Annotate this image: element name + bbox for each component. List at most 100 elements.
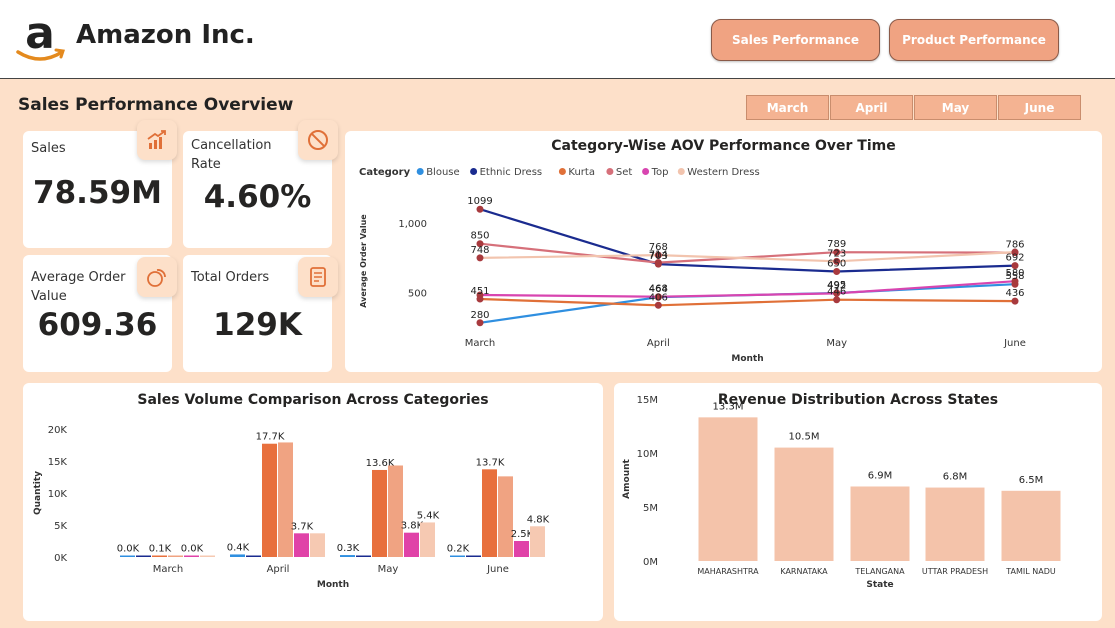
- aov-line-chart-card: Category-Wise AOV Performance Over Time …: [345, 131, 1102, 372]
- data-label: 786: [1005, 240, 1024, 251]
- bar-blouse-april: [230, 554, 245, 557]
- legend-title: Category: [359, 167, 411, 178]
- revenue-states-chart-card: Revenue Distribution Across States 0M 5M 1…: [614, 383, 1102, 621]
- dashboard-body: Sales Performance Overview March April M…: [0, 79, 1115, 628]
- bar-top-june: [514, 541, 529, 557]
- legend-marker-set: [606, 168, 614, 175]
- y-tick-label: 15M: [637, 395, 658, 406]
- x-tick-label-march: March: [465, 338, 495, 349]
- kpi-label: Sales: [31, 141, 66, 156]
- data-label: 13.3M: [713, 401, 744, 412]
- kpi-value: 78.59M: [33, 175, 162, 211]
- data-label: 3.7K: [291, 521, 314, 532]
- data-label: 6.9M: [868, 470, 893, 481]
- x-tick-label-june: June: [1003, 338, 1026, 349]
- legend-label-top: Top: [651, 167, 669, 178]
- sales-performance-button[interactable]: Sales Performance: [711, 19, 880, 61]
- bar-kurta-april: [262, 443, 277, 557]
- bar-set-march: [168, 555, 183, 557]
- series-line-ethnic-dress: [479, 208, 1016, 273]
- bar-telangana: [850, 486, 910, 561]
- bar-maharashtra: [698, 417, 758, 561]
- y-tick-label: 15K: [48, 457, 68, 468]
- bar-kurta-may: [372, 469, 387, 557]
- aov-line-chart: Category Blouse Ethnic Dress Kurta Set Top Wes…: [359, 167, 1026, 364]
- x-tick-label-april: April: [647, 338, 670, 349]
- month-filter-march[interactable]: March: [746, 95, 829, 120]
- bar-western-dress-april: [310, 533, 325, 557]
- kpi-label: Average Order Value: [31, 270, 126, 304]
- series-line-set: [479, 242, 1016, 264]
- receipt-icon: [298, 257, 338, 297]
- data-label: 5.4K: [417, 510, 440, 521]
- bar-western-dress-march: [200, 555, 215, 557]
- bar-karnataka: [774, 447, 834, 561]
- data-label: 0.4K: [227, 542, 250, 553]
- legend-marker-blouse: [416, 168, 424, 175]
- data-label: 6.5M: [1019, 475, 1044, 486]
- kpi-value: 129K: [213, 307, 302, 343]
- y-tick-label: 5M: [643, 503, 658, 514]
- x-tick-label-telangana: TELANGANA: [854, 567, 905, 576]
- coins-icon: [137, 257, 177, 297]
- kpi-label: Total Orders: [191, 270, 270, 285]
- data-label: 446: [827, 287, 846, 298]
- bar-ethnic-dress-march: [136, 555, 151, 557]
- prohibited-icon: [298, 120, 338, 160]
- x-tick-label-march: March: [153, 564, 183, 575]
- x-tick-label-uttar-pradesh: UTTAR PRADESH: [922, 567, 988, 576]
- x-tick-label-june: June: [486, 564, 509, 575]
- data-label: 0.0K: [181, 544, 204, 555]
- y-axis-label: Average Order Value: [359, 214, 368, 308]
- bar-blouse-june: [450, 555, 465, 557]
- month-filter-april[interactable]: April: [830, 95, 913, 120]
- bar-blouse-march: [120, 555, 135, 557]
- data-label: 10.5M: [789, 432, 820, 443]
- month-filter-june[interactable]: June: [998, 95, 1081, 120]
- data-label: 650: [827, 258, 846, 269]
- data-label: 6.8M: [943, 472, 968, 483]
- data-label: 768: [649, 242, 668, 253]
- y-tick-label: 20K: [48, 425, 68, 436]
- bar-blouse-may: [340, 555, 355, 557]
- app-header: a Amazon Inc. Sales Performance Product …: [0, 0, 1115, 79]
- data-label: 0.3K: [337, 543, 360, 554]
- bar-top-march: [184, 555, 199, 557]
- y-tick-label: 500: [408, 288, 427, 299]
- data-label: 451: [470, 286, 489, 297]
- x-tick-label-maharashtra: MAHARASHTRA: [697, 567, 759, 576]
- data-label: 13.7K: [476, 457, 505, 468]
- growth-chart-icon: [137, 120, 177, 160]
- legend-label-kurta: Kurta: [568, 167, 595, 178]
- data-label: 1099: [467, 196, 492, 207]
- legend-marker-ethnic-dress: [470, 168, 478, 175]
- month-filter-may[interactable]: May: [914, 95, 997, 120]
- data-label: 436: [1005, 288, 1024, 299]
- data-label: 0.2K: [447, 544, 470, 555]
- y-tick-label: 1,000: [398, 219, 427, 230]
- y-axis-label: Amount: [622, 458, 632, 498]
- data-label: 0.1K: [149, 544, 172, 555]
- brand-title: Amazon Inc.: [76, 20, 255, 50]
- legend-label-set: Set: [616, 167, 633, 178]
- data-label: 4.8K: [527, 514, 550, 525]
- bar-kurta-june: [482, 469, 497, 557]
- data-label: 580: [1005, 268, 1024, 279]
- data-label: 748: [470, 245, 489, 256]
- data-label: 0.0K: [117, 544, 140, 555]
- x-tick-label-karnataka: KARNATAKA: [780, 567, 828, 576]
- product-performance-button[interactable]: Product Performance: [889, 19, 1059, 61]
- y-tick-label: 0M: [643, 557, 658, 568]
- y-axis-label: Quantity: [33, 471, 43, 515]
- bar-western-dress-may: [420, 522, 435, 557]
- y-tick-label: 5K: [54, 521, 67, 532]
- x-tick-label-may: May: [826, 338, 847, 349]
- amazon-a-logo: a: [16, 10, 65, 61]
- data-label: 406: [649, 292, 668, 303]
- legend-marker-top: [642, 168, 650, 175]
- kpi-label: Cancellation Rate: [191, 138, 272, 172]
- y-tick-label: 10K: [48, 489, 68, 500]
- legend-label-blouse: Blouse: [426, 167, 459, 178]
- sales-volume-chart-card: Sales Volume Comparison Across Categorie…: [23, 383, 603, 621]
- x-axis-label: Month: [731, 354, 763, 364]
